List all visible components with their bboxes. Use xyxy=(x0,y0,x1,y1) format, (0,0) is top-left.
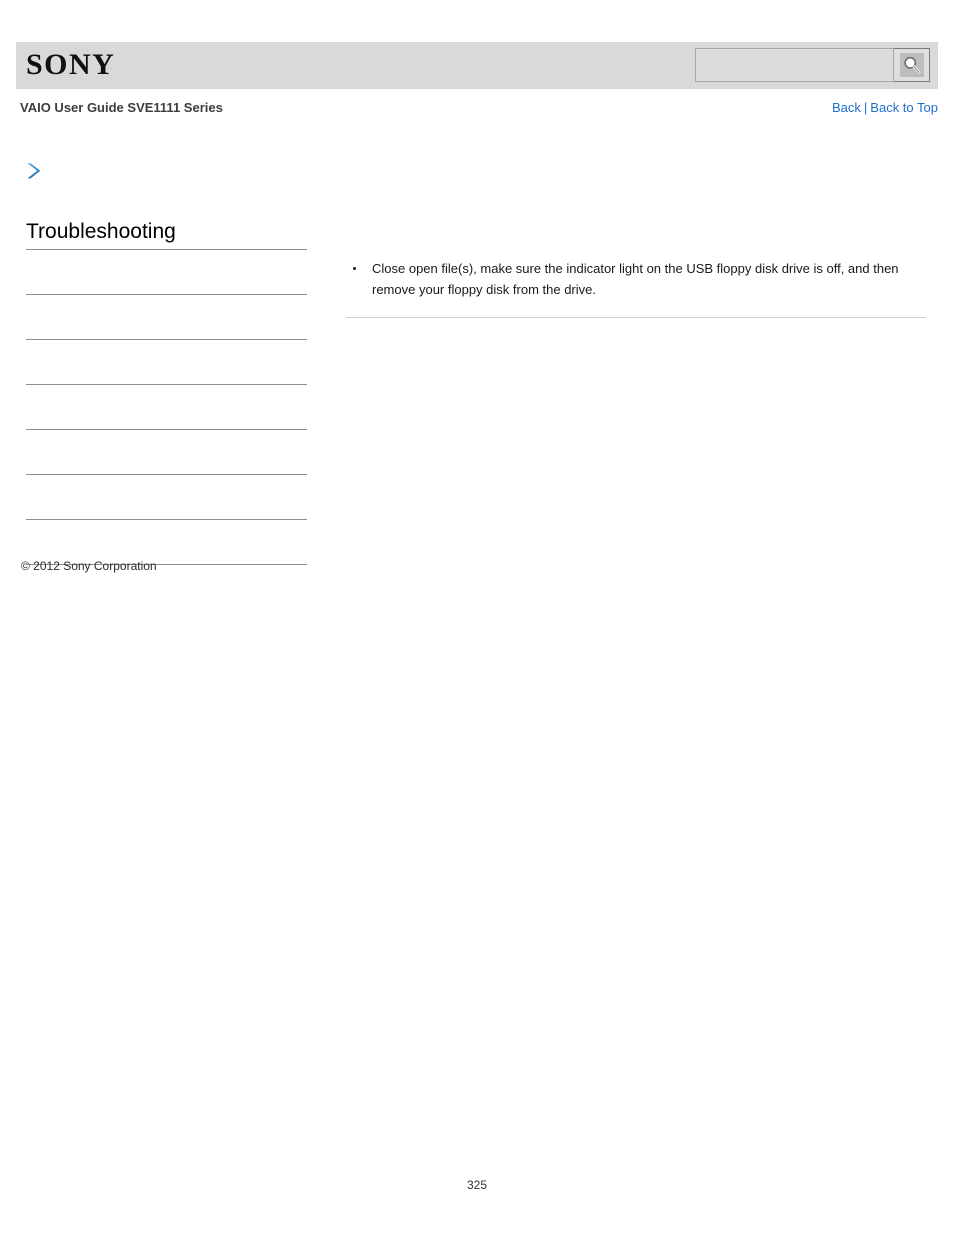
search-group xyxy=(695,48,930,82)
sidebar-item[interactable] xyxy=(26,295,307,340)
sony-logo: SONY xyxy=(26,48,116,81)
chevron-right-icon xyxy=(24,160,44,187)
sidebar: Troubleshooting xyxy=(26,218,307,565)
sidebar-heading: Troubleshooting xyxy=(26,218,307,250)
answer-list: Close open file(s), make sure the indica… xyxy=(346,258,926,300)
page-title: VAIO User Guide SVE1111 Series xyxy=(20,100,223,115)
breadcrumb xyxy=(24,160,324,186)
subheader: VAIO User Guide SVE1111 Series Back | Back… xyxy=(16,100,938,122)
sidebar-item[interactable] xyxy=(26,340,307,385)
sidebar-item[interactable] xyxy=(26,250,307,295)
sidebar-item[interactable] xyxy=(26,385,307,430)
back-link[interactable]: Back xyxy=(832,100,861,115)
site-header: SONY xyxy=(16,42,938,89)
page-number: 325 xyxy=(466,1178,488,1192)
link-separator: | xyxy=(863,100,868,115)
search-input[interactable] xyxy=(695,48,894,82)
sidebar-item[interactable] xyxy=(26,430,307,475)
list-item: Close open file(s), make sure the indica… xyxy=(346,258,926,300)
search-icon xyxy=(899,53,924,77)
back-to-top-link[interactable]: Back to Top xyxy=(870,100,938,115)
main-content: Close open file(s), make sure the indica… xyxy=(346,258,926,326)
sidebar-item[interactable] xyxy=(26,475,307,520)
header-nav-links: Back | Back to Top xyxy=(832,100,938,115)
search-button[interactable] xyxy=(894,48,930,82)
copyright-notice: © 2012 Sony Corporation xyxy=(21,559,157,573)
content-divider xyxy=(346,317,926,318)
